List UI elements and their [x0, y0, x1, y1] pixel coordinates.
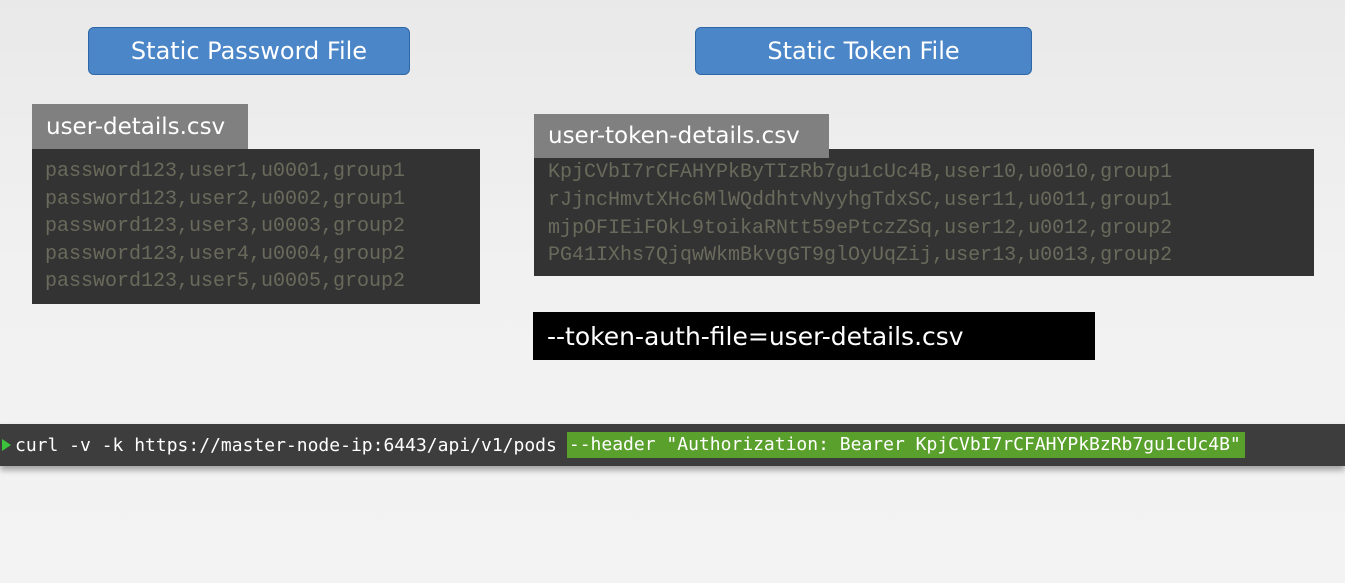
token-file-content: KpjCVbI7rCFAHYPkByTIzRb7gu1cUc4B,user10,…: [534, 149, 1314, 276]
static-token-file-button[interactable]: Static Token File: [695, 27, 1032, 75]
token-file-name-label: user-token-details.csv: [534, 114, 829, 158]
token-file-line: KpjCVbI7rCFAHYPkByTIzRb7gu1cUc4B,user10,…: [548, 161, 1173, 184]
password-file-line: password123,user4,u0004,group2: [45, 242, 406, 266]
password-file-line: password123,user1,u0001,group1: [45, 160, 406, 183]
token-file-line: PG41IXhs7QjqwWkmBkvgGT9glOyUqZij,user13,…: [548, 244, 1173, 268]
static-password-file-button[interactable]: Static Password File: [88, 27, 410, 75]
prompt-arrow-icon: [2, 439, 11, 451]
token-auth-file-flag: --token-auth-file=user-details.csv: [533, 312, 1095, 360]
curl-command-text: curl -v -k https://master-node-ip:6443/a…: [15, 434, 557, 456]
authorization-header-highlight: --header "Authorization: Bearer KpjCVbI7…: [566, 432, 1245, 458]
password-file-line: password123,user5,u0005,group2: [45, 270, 406, 294]
token-file-line: rJjncHmvtXHc6MlWQddhtvNyyhgTdxSC,user11,…: [548, 188, 1173, 212]
password-file-name-label: user-details.csv: [32, 104, 248, 149]
token-file-line: mjpOFIEiFOkL9toikaRNtt59ePtczZSq,user12,…: [548, 216, 1173, 240]
password-file-line: password123,user2,u0002,group1: [45, 187, 406, 211]
password-file-line: password123,user3,u0003,group2: [45, 215, 406, 239]
password-file-content: password123,user1,u0001,group1 password1…: [32, 149, 480, 304]
terminal-command-bar[interactable]: curl -v -k https://master-node-ip:6443/a…: [0, 424, 1345, 466]
